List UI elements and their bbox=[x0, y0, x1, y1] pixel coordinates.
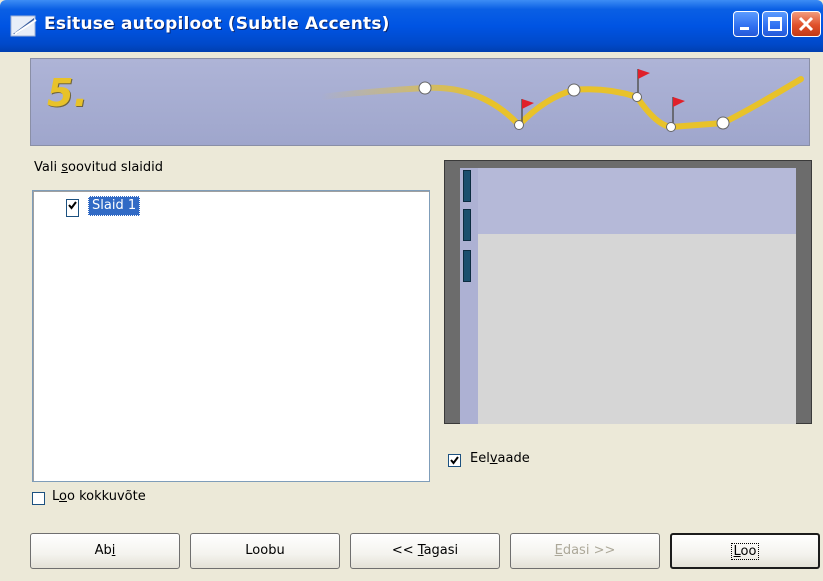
slides-label: Vali soovitud slaidid bbox=[34, 160, 164, 175]
preview-accent-bar bbox=[463, 170, 471, 202]
checkmark-icon bbox=[68, 201, 77, 210]
preview-checkbox[interactable] bbox=[448, 454, 461, 467]
minimize-button[interactable] bbox=[733, 11, 759, 37]
step-number: 5. bbox=[47, 71, 88, 115]
help-button[interactable]: Abi bbox=[30, 533, 180, 569]
preview-accent-bar bbox=[463, 250, 471, 282]
close-icon bbox=[798, 16, 814, 32]
close-button[interactable] bbox=[791, 11, 821, 37]
flag-icon bbox=[672, 97, 685, 123]
finish-button[interactable]: Loo bbox=[670, 533, 820, 569]
wizard-banner: 5. bbox=[30, 58, 810, 146]
summary-label[interactable]: Loo kokkuvõte bbox=[52, 489, 146, 504]
cancel-button[interactable]: Loobu bbox=[190, 533, 340, 569]
minimize-icon bbox=[740, 27, 749, 30]
maximize-button[interactable] bbox=[762, 11, 788, 37]
flag-icon bbox=[637, 69, 650, 95]
preview-label[interactable]: Eelvaade bbox=[470, 451, 530, 466]
preview-content-area bbox=[478, 234, 796, 424]
preview-accent-bar bbox=[463, 209, 471, 241]
app-logo-icon bbox=[10, 15, 37, 37]
checkmark-icon bbox=[450, 456, 459, 465]
window-title: Esituse autopiloot (Subtle Accents) bbox=[44, 14, 390, 34]
preview-header-band bbox=[478, 168, 796, 234]
slide-item-label[interactable]: Slaid 1 bbox=[88, 196, 141, 216]
summary-checkbox[interactable] bbox=[32, 492, 45, 505]
next-button[interactable]: Edasi >> bbox=[510, 533, 660, 569]
slide-list[interactable] bbox=[32, 190, 430, 482]
wizard-path-graphic bbox=[318, 69, 804, 132]
back-button[interactable]: << Tagasi bbox=[350, 533, 500, 569]
maximize-icon bbox=[768, 17, 782, 31]
slide-item-checkbox[interactable] bbox=[66, 199, 79, 217]
